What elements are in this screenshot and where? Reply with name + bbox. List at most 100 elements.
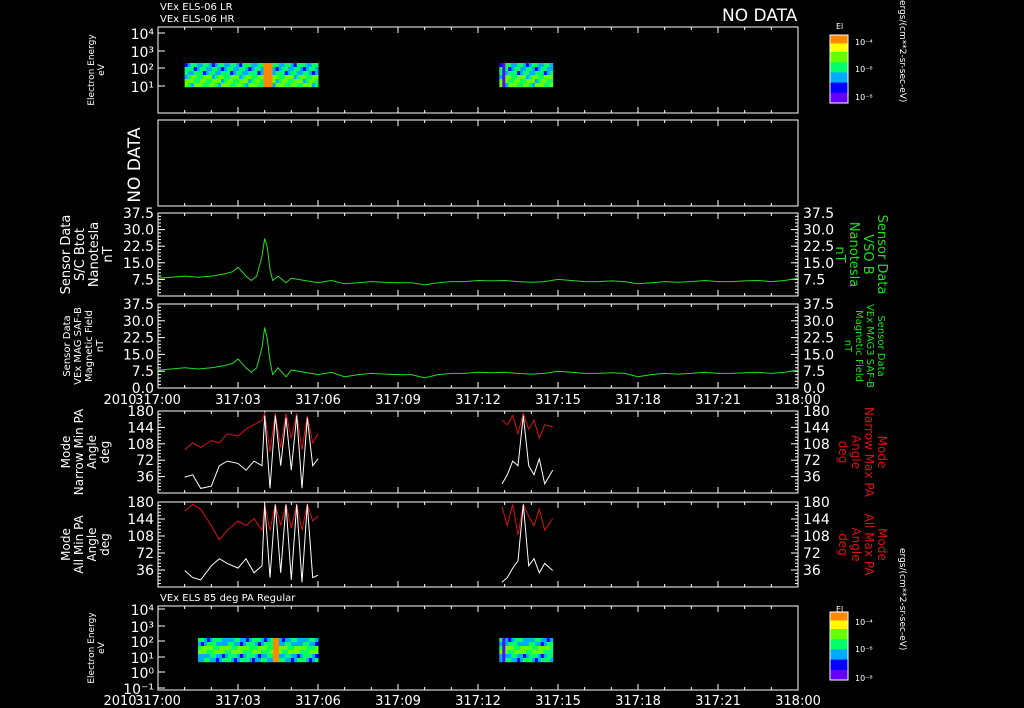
energy-top-cell	[508, 75, 512, 80]
energy-top-cell	[187, 83, 192, 88]
energy-bottom-cell	[240, 646, 244, 651]
energy-bottom-cell	[282, 642, 286, 647]
energy-top-cell	[281, 67, 286, 72]
energy-bottom-cell	[502, 654, 506, 659]
energy-top-cell	[251, 79, 255, 84]
energy-top-cell	[248, 75, 252, 80]
energy-bottom-cell	[231, 646, 235, 651]
energy-top-cell	[260, 79, 264, 84]
energy-top-cell	[311, 79, 316, 84]
energy-top-cell	[208, 79, 213, 84]
energy-bottom-cell	[243, 650, 247, 655]
energy-bottom-cell	[225, 642, 229, 647]
energy-bottom-cell	[234, 658, 238, 663]
energy-bottom-cell	[300, 650, 304, 655]
energy-bottom-cell	[255, 646, 259, 651]
pa-all-ylabel-right-line: All Max PA	[862, 514, 876, 577]
energy-top-cell	[205, 63, 210, 68]
energy-top-cell	[227, 75, 231, 80]
energy-top-cell	[549, 63, 554, 68]
energy-bottom-cell	[234, 638, 238, 643]
bmag-sc-ytick-label-right: 30.0	[803, 223, 834, 239]
energy-bottom-cell	[297, 658, 301, 663]
energy-top-cell	[242, 63, 246, 68]
energy-top-cell	[305, 67, 310, 72]
energy-top-cell	[224, 75, 228, 80]
energy-bottom-cell	[294, 654, 298, 659]
energy-top-cell	[514, 71, 518, 76]
energy-top-cell	[196, 63, 201, 68]
energy-bottom-cell	[237, 654, 241, 659]
pa-all-ylabel-left-line: Mode	[59, 528, 73, 561]
energy-top-cell	[308, 83, 313, 88]
bmag-sc-ytick-label: 15.0	[123, 256, 154, 272]
energy-top-cell	[233, 83, 237, 88]
energy-top-cell	[278, 67, 283, 72]
energy-top-cell	[543, 79, 548, 84]
energy-top-cell	[523, 71, 527, 76]
energy-bottom-cell	[312, 650, 316, 655]
energy-bottom-cell	[231, 650, 235, 655]
energy-top-cell	[514, 79, 518, 84]
bmag-vex-ytick-label: 15.0	[123, 347, 154, 363]
bmag-vex-ylabel-right-line: VEx MAG3 SAF-B	[864, 304, 875, 388]
bmag-sc-ytick-label-right: 7.5	[803, 272, 825, 288]
energy-bottom-cell	[252, 654, 256, 659]
energy-top-cell	[239, 75, 243, 80]
energy-bottom-cell	[306, 646, 310, 651]
energy-bottom-cell	[198, 658, 202, 663]
energy-bottom-cell	[526, 650, 530, 655]
time-axis-bottom-label: 317:09	[375, 694, 421, 708]
energy-bottom-cell	[270, 658, 274, 663]
energy-top-ytick-label: 10³	[131, 45, 154, 61]
energy-top-cell	[528, 71, 533, 76]
energy-bottom-cell	[300, 646, 304, 651]
energy-bottom-cell	[549, 658, 554, 663]
energy-bottom-cell	[303, 638, 307, 643]
energy-top-cell	[514, 83, 518, 88]
energy-top-cell	[278, 83, 283, 88]
energy-bottom-cell	[201, 654, 205, 659]
energy-bottom-cell	[511, 650, 515, 655]
energy-bottom-cell	[502, 638, 506, 643]
energy-top-cell	[263, 63, 267, 68]
energy-top-cell	[314, 79, 319, 84]
energy-bottom-cell	[261, 658, 265, 663]
bmag-vex-ytick-label-right: 30.0	[803, 314, 834, 330]
nodata-panel-frame	[157, 119, 799, 207]
energy-top-cell	[202, 75, 207, 80]
energy-top-cell	[227, 79, 231, 84]
energy-bottom-cell	[249, 646, 253, 651]
energy-bottom-cell	[543, 638, 548, 643]
energy-top-cell	[211, 67, 216, 72]
energy-bottom-cell	[216, 646, 220, 651]
energy-top-cell	[302, 83, 307, 88]
energy-bottom-cell	[499, 638, 503, 643]
energy-bottom-cell	[216, 642, 220, 647]
energy-bottom-cell	[546, 654, 551, 659]
energy-bottom-cell	[213, 650, 217, 655]
energy-bottom-cell	[531, 658, 536, 663]
energy-bottom-cell	[228, 658, 232, 663]
energy-bottom-cell	[231, 654, 235, 659]
energy-top-cell	[187, 75, 192, 80]
energy-bottom-cell	[540, 638, 545, 643]
bmag-sc-ytick-label: 7.5	[132, 272, 154, 288]
time-axis-bottom-label: 317:06	[295, 694, 341, 708]
energy-bottom-cell	[543, 646, 548, 651]
energy-top-cell	[202, 83, 207, 88]
energy-top-cell	[311, 75, 316, 80]
energy-bottom-cell	[303, 642, 307, 647]
bmag-sc-ytick-label-right: 15.0	[803, 256, 834, 272]
energy-top-cell	[263, 71, 267, 76]
energy-top-cell	[290, 67, 295, 72]
energy-bottom-cell	[505, 650, 509, 655]
energy-bottom-cell	[306, 642, 310, 647]
energy-top-cell	[528, 63, 533, 68]
energy-bottom-cell	[270, 654, 274, 659]
energy-top-cell	[248, 79, 252, 84]
energy-bottom-cell	[219, 654, 223, 659]
energy-top-cell	[526, 63, 530, 68]
energy-top-cell	[218, 75, 222, 80]
energy-top-cell	[184, 75, 189, 80]
